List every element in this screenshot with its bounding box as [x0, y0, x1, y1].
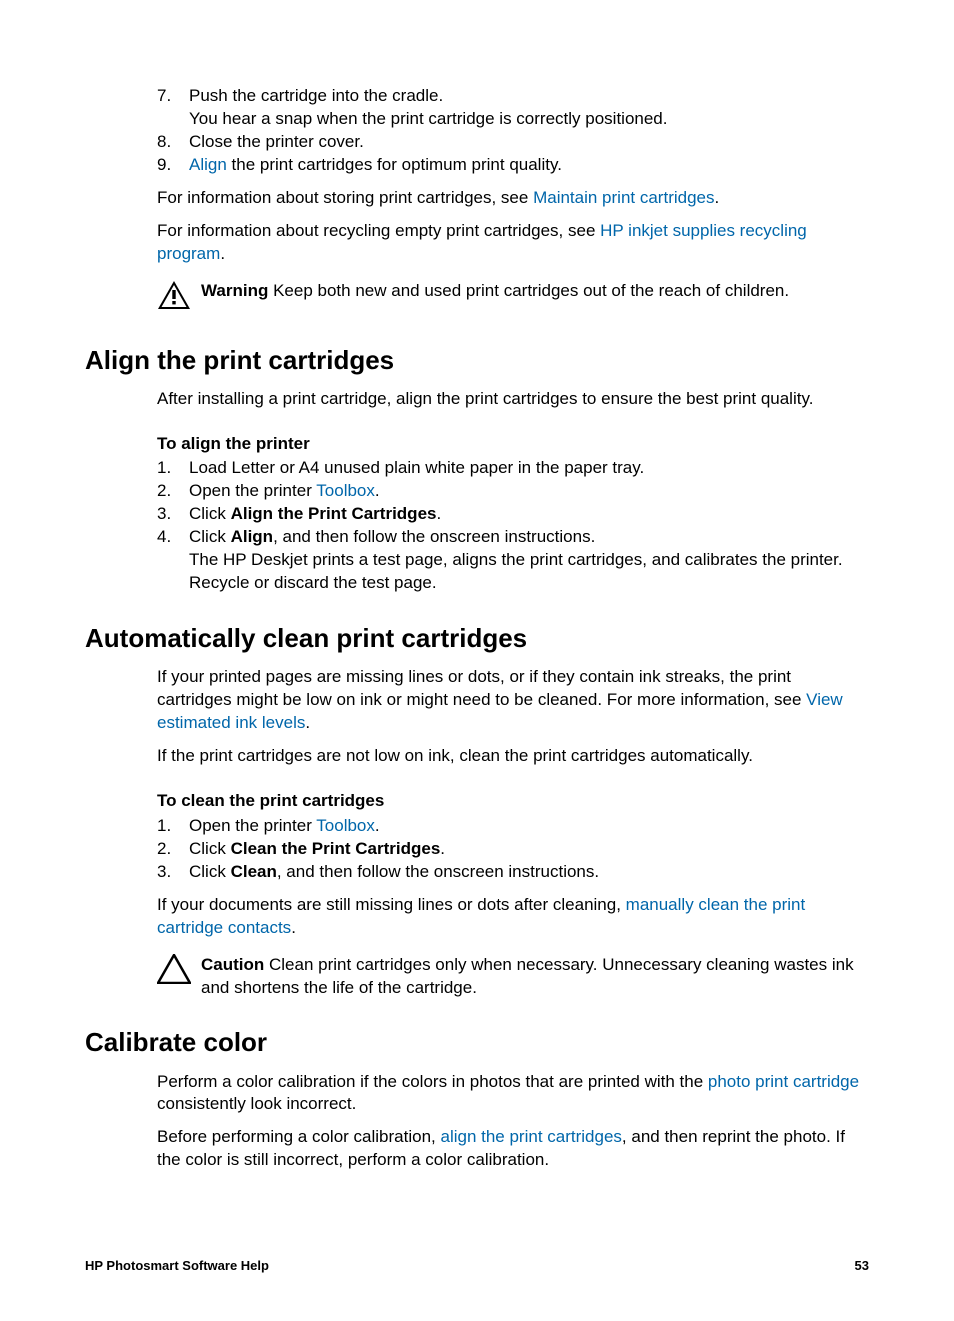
align-step-3: 3. Click Align the Print Cartridges. — [157, 503, 869, 526]
step-text: Close the printer cover. — [189, 132, 364, 151]
step-number: 1. — [157, 815, 171, 838]
step-text: Push the cartridge into the cradle. — [189, 86, 443, 105]
align-heading: Align the print cartridges — [85, 343, 869, 378]
continuation-list: 7. Push the cartridge into the cradle. Y… — [85, 85, 869, 177]
clean-cartridges-bold: Clean the Print Cartridges — [231, 839, 441, 858]
align-step-4: 4. Click Align, and then follow the onsc… — [157, 526, 869, 595]
storing-info-para: For information about storing print cart… — [85, 187, 869, 210]
step-number: 4. — [157, 526, 171, 549]
align-steps: 1. Load Letter or A4 unused plain white … — [85, 457, 869, 595]
clean-steps: 1. Open the printer Toolbox. 2. Click Cl… — [85, 815, 869, 884]
step-number: 8. — [157, 131, 171, 154]
step-text: the print cartridges for optimum print q… — [227, 155, 562, 174]
step-number: 9. — [157, 154, 171, 177]
recycling-info-para: For information about recycling empty pr… — [85, 220, 869, 266]
align-intro: After installing a print cartridge, alig… — [85, 388, 869, 411]
clean-subhead: To clean the print cartridges — [85, 790, 869, 813]
align-subhead: To align the printer — [85, 433, 869, 456]
align-cartridges-bold: Align the Print Cartridges — [231, 504, 437, 523]
align-link[interactable]: Align — [189, 155, 227, 174]
align-cartridges-link[interactable]: align the print cartridges — [440, 1127, 621, 1146]
step-number: 3. — [157, 503, 171, 526]
caution-icon — [157, 954, 191, 991]
align-step-1: 1. Load Letter or A4 unused plain white … — [157, 457, 869, 480]
align-step-2: 2. Open the printer Toolbox. — [157, 480, 869, 503]
step-number: 2. — [157, 838, 171, 861]
warning-label: Warning — [201, 281, 268, 300]
step-text: Load Letter or A4 unused plain white pap… — [189, 458, 644, 477]
step-number: 2. — [157, 480, 171, 503]
step-subtext: The HP Deskjet prints a test page, align… — [189, 550, 843, 592]
align-bold: Align — [231, 527, 274, 546]
clean-step-2: 2. Click Clean the Print Cartridges. — [157, 838, 869, 861]
calibrate-para1: Perform a color calibration if the color… — [85, 1071, 869, 1117]
toolbox-link[interactable]: Toolbox — [316, 481, 375, 500]
clean-heading: Automatically clean print cartridges — [85, 621, 869, 656]
step-9: 9. Align the print cartridges for optimu… — [157, 154, 869, 177]
clean-para2: If the print cartridges are not low on i… — [85, 745, 869, 768]
calibrate-heading: Calibrate color — [85, 1025, 869, 1060]
step-number: 1. — [157, 457, 171, 480]
warning-icon — [157, 280, 191, 317]
step-number: 7. — [157, 85, 171, 108]
calibrate-para2: Before performing a color calibration, a… — [85, 1126, 869, 1172]
maintain-link[interactable]: Maintain print cartridges — [533, 188, 714, 207]
warning-text: Warning Keep both new and used print car… — [201, 280, 869, 303]
caution-text: Caution Clean print cartridges only when… — [201, 954, 869, 1000]
footer-title: HP Photosmart Software Help — [85, 1258, 269, 1273]
clean-step-1: 1. Open the printer Toolbox. — [157, 815, 869, 838]
caution-box: Caution Clean print cartridges only when… — [85, 954, 869, 1000]
page-footer: HP Photosmart Software Help 53 — [85, 1258, 869, 1273]
step-number: 3. — [157, 861, 171, 884]
page-content: 7. Push the cartridge into the cradle. Y… — [85, 85, 869, 1172]
photo-cartridge-link[interactable]: photo print cartridge — [708, 1072, 859, 1091]
clean-intro: If your printed pages are missing lines … — [85, 666, 869, 735]
toolbox-link-2[interactable]: Toolbox — [316, 816, 375, 835]
manual-clean-para: If your documents are still missing line… — [85, 894, 869, 940]
clean-step-3: 3. Click Clean, and then follow the onsc… — [157, 861, 869, 884]
clean-bold: Clean — [231, 862, 277, 881]
page-number: 53 — [855, 1258, 869, 1273]
step-7: 7. Push the cartridge into the cradle. Y… — [157, 85, 869, 131]
warning-box: Warning Keep both new and used print car… — [85, 280, 869, 317]
step-8: 8. Close the printer cover. — [157, 131, 869, 154]
step-subtext: You hear a snap when the print cartridge… — [189, 109, 667, 128]
caution-label: Caution — [201, 955, 264, 974]
